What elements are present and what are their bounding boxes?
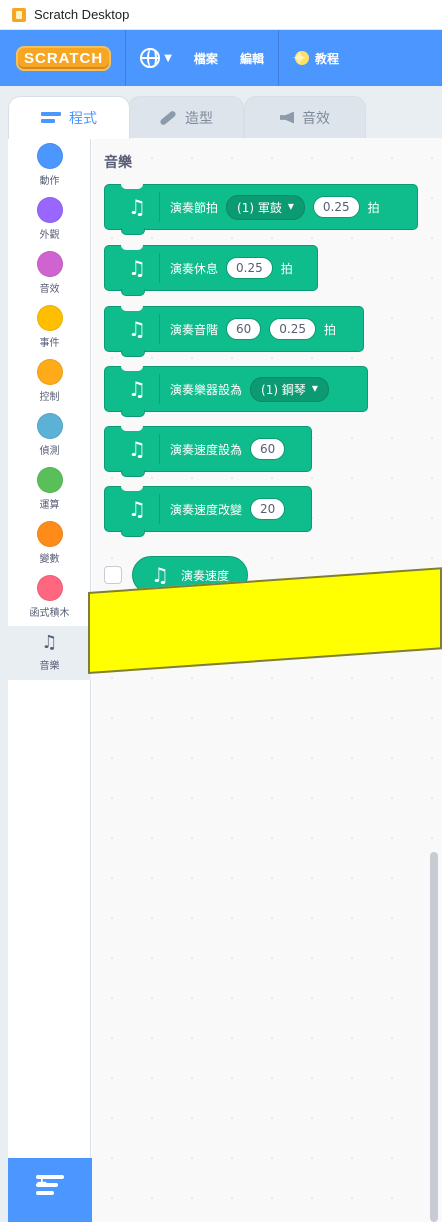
category-operators[interactable]: 運算	[8, 462, 91, 516]
block-suffix: 拍	[280, 261, 293, 276]
music-note-icon: ♫	[41, 632, 58, 653]
category-menu: 動作 外觀 音效 事件 控制 偵測 運算 變數 函式積木 ♫ 音樂	[8, 138, 91, 1222]
block-label: 演奏休息	[170, 261, 219, 276]
paintbrush-icon	[159, 109, 177, 126]
category-variables[interactable]: 變數	[8, 516, 91, 570]
instrument-dropdown[interactable]: (1) 鋼琴 ▾	[250, 376, 329, 402]
category-label: 運算	[39, 500, 60, 511]
music-note-icon: ♫	[128, 317, 146, 341]
block-rest[interactable]: ♫ 演奏休息 0.25 拍	[104, 245, 318, 296]
category-label: 變數	[39, 554, 60, 565]
category-label: 動作	[39, 176, 60, 187]
block-set-tempo[interactable]: ♫ 演奏速度設為 60	[104, 426, 312, 477]
beats-input[interactable]: 0.25	[226, 257, 273, 279]
category-events-dot	[36, 305, 63, 331]
scratch-app-icon	[12, 7, 26, 22]
reporter-label: 演奏速度	[180, 568, 229, 583]
category-sensing[interactable]: 偵測	[8, 408, 91, 462]
chevron-down-icon: ▾	[311, 380, 318, 395]
category-label: 偵測	[39, 446, 60, 457]
category-label: 音效	[39, 284, 60, 295]
block-set-instrument[interactable]: ♫ 演奏樂器設為 (1) 鋼琴 ▾	[104, 366, 368, 417]
block-palette: 音樂 ♫ 演奏節拍 (1) 軍鼓 ▾ 0.25 拍 ♫ 演奏休息 0.25 拍 …	[92, 138, 442, 1222]
category-label: 函式積木	[29, 608, 70, 619]
menu-separator	[277, 30, 279, 86]
tutorials-button[interactable]: 教程	[315, 50, 339, 67]
block-play-drum[interactable]: ♫ 演奏節拍 (1) 軍鼓 ▾ 0.25 拍	[104, 184, 418, 235]
edit-menu[interactable]: 編輯	[240, 50, 264, 67]
tab-costumes-label: 造型	[185, 110, 213, 127]
palette-scrollbar[interactable]	[430, 852, 438, 1222]
category-label: 外觀	[39, 230, 60, 241]
category-control-dot	[36, 359, 63, 385]
category-looks[interactable]: 外觀	[8, 192, 91, 246]
block-suffix: 拍	[367, 200, 380, 215]
code-icon	[41, 112, 61, 124]
music-note-icon: ♫	[128, 256, 146, 280]
block-label: 演奏音階	[170, 322, 219, 337]
tab-sounds-label: 音效	[302, 110, 330, 127]
category-events[interactable]: 事件	[8, 300, 91, 354]
editor-tabs: 程式 造型 音效	[0, 86, 442, 139]
note-input[interactable]: 60	[226, 318, 262, 340]
speaker-icon	[280, 111, 294, 124]
category-sound-dot	[36, 251, 63, 277]
block-play-note[interactable]: ♫ 演奏音階 60 0.25 拍	[104, 306, 364, 357]
music-note-icon: ♫	[128, 377, 146, 401]
globe-icon	[140, 48, 161, 68]
music-note-icon: ♫	[128, 437, 146, 461]
menu-separator	[125, 30, 127, 86]
tab-costumes[interactable]: 造型	[128, 96, 244, 138]
window-titlebar: Scratch Desktop	[0, 0, 442, 30]
music-note-icon: ♫	[128, 497, 146, 521]
tempo-input[interactable]: 60	[250, 438, 286, 460]
block-suffix: 拍	[324, 322, 337, 337]
beats-input[interactable]: 0.25	[269, 318, 317, 340]
tab-code[interactable]: 程式	[8, 96, 130, 139]
language-menu-button[interactable]: ▼	[140, 48, 172, 68]
block-label: 演奏速度設為	[170, 442, 243, 457]
music-note-icon: ♫	[128, 195, 146, 219]
tab-sounds[interactable]: 音效	[244, 96, 366, 138]
beats-input[interactable]: 0.25	[312, 196, 360, 218]
chevron-down-icon: ▾	[287, 198, 294, 213]
file-menu[interactable]: 檔案	[194, 50, 218, 67]
lightbulb-icon	[291, 46, 309, 70]
category-label: 控制	[39, 392, 60, 403]
category-variables-dot	[36, 521, 63, 547]
category-motion[interactable]: 動作	[8, 138, 91, 192]
category-label: 事件	[39, 338, 60, 349]
category-sound[interactable]: 音效	[8, 246, 91, 300]
tab-code-label: 程式	[69, 111, 97, 127]
block-label: 演奏節拍	[170, 200, 219, 215]
block-label: 演奏速度改變	[170, 502, 243, 517]
category-my-blocks-dot	[36, 575, 63, 601]
palette-heading: 音樂	[104, 155, 132, 171]
add-extension-button[interactable]: +	[8, 1158, 92, 1222]
tempo-monitor-checkbox[interactable]	[104, 566, 122, 584]
tempo-change-input[interactable]: 20	[250, 498, 286, 520]
category-control[interactable]: 控制	[8, 354, 91, 408]
category-sensing-dot	[36, 413, 63, 439]
chevron-down-icon: ▼	[164, 52, 172, 64]
drum-dropdown[interactable]: (1) 軍鼓 ▾	[226, 194, 305, 220]
category-music[interactable]: ♫ 音樂	[8, 626, 91, 680]
category-my-blocks[interactable]: 函式積木	[8, 570, 91, 624]
category-looks-dot	[36, 197, 63, 223]
menubar: SCRATCH ▼ 檔案 編輯 教程	[0, 30, 442, 86]
block-label: 演奏樂器設為	[170, 382, 243, 397]
window-title: Scratch Desktop	[34, 7, 130, 22]
music-note-icon: ♫	[151, 563, 169, 587]
category-motion-dot	[36, 143, 63, 169]
scratch-logo[interactable]: SCRATCH	[16, 45, 112, 71]
left-rail	[0, 138, 8, 1222]
block-change-tempo[interactable]: ♫ 演奏速度改變 20	[104, 486, 312, 537]
category-label: 音樂	[39, 661, 60, 672]
category-operators-dot	[36, 467, 63, 493]
add-extension-icon: +	[36, 1175, 64, 1201]
